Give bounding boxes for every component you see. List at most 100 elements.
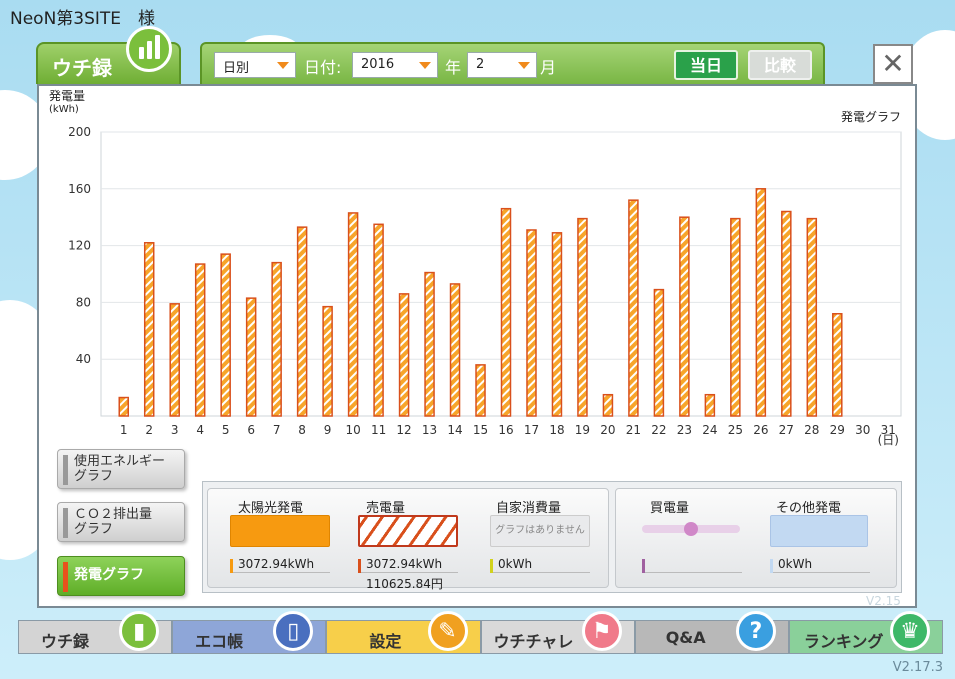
period-select-value: 日別: [223, 61, 250, 76]
x-tick-label: 10: [345, 423, 360, 437]
bar-day-29: [832, 313, 843, 417]
bar-day-9: [322, 305, 333, 417]
solar-swatch: [230, 515, 330, 547]
compare-button[interactable]: 比較: [748, 50, 812, 80]
nav-eco-notebook[interactable]: エコ帳 ▯: [172, 611, 327, 654]
button-line2: グラフ: [74, 469, 114, 484]
bought-label: 買電量: [650, 501, 690, 516]
x-tick-label: 21: [626, 423, 641, 437]
version-faint: V2.15: [866, 594, 901, 608]
period-select[interactable]: 日別: [214, 52, 296, 78]
month-label: 月: [540, 58, 557, 77]
chevron-down-icon: [419, 62, 431, 69]
button-marker: [63, 455, 68, 485]
nav-ranking[interactable]: ランキング ♛: [788, 611, 944, 654]
energy-usage-graph-button[interactable]: 使用エネルギー グラフ: [57, 449, 185, 489]
co2-graph-button[interactable]: ＣＯ２排出量 グラフ: [57, 502, 185, 542]
bar-day-28: [806, 217, 818, 417]
crown-icon: ♛: [890, 611, 931, 651]
solar-value-text: 3072.94kWh: [238, 557, 315, 571]
x-tick-label: 30: [855, 423, 870, 437]
bought-slider-knob: [684, 522, 698, 536]
sold-value-text: 3072.94kWh: [366, 557, 443, 571]
button-marker: [63, 562, 68, 592]
bar-day-4: [194, 263, 206, 417]
generation-bar-chart: 40801201602001 2 3 4 5 6 7 8 9 10 11 12 13 14 15 16 17 18…: [68, 125, 902, 446]
bar-day-5: [220, 253, 231, 417]
bar-day-23: [679, 216, 690, 417]
summary-area: 太陽光発電 3072.94kWh 売電量 3072.94kWh 110625.8…: [202, 481, 902, 593]
x-tick-label: 16: [498, 423, 513, 437]
wrench-icon: ✎: [427, 611, 468, 651]
x-tick-label: 13: [422, 423, 437, 437]
self-consumption-label: 自家消費量: [496, 501, 562, 516]
summary-box-other: 買電量 その他発電 0kWh: [615, 488, 897, 588]
x-tick-label: 15: [473, 423, 488, 437]
nav-label: ウチ録: [41, 632, 90, 651]
x-tick-label: 11: [371, 423, 386, 437]
bottom-nav: ウチ録 ▮ エコ帳 ▯ 設定 ✎ ウチチャレ ⚑ Q&A ? ランキング ♛: [18, 611, 944, 654]
nav-uchi-challenge[interactable]: ウチチャレ ⚑: [480, 611, 635, 654]
value-marker: [642, 559, 645, 573]
nav-label: エコ帳: [195, 632, 244, 651]
other-generation-label: その他発電: [776, 501, 842, 516]
bar-day-6: [245, 297, 257, 417]
graph-panel: 発電量 (kWh) 発電グラフ 40 80 120 160 200 1 2 3 4 5 6 7 8 9 10…: [37, 84, 917, 608]
button-line2: グラフ: [74, 522, 114, 537]
generation-graph-button[interactable]: 発電グラフ: [57, 556, 185, 596]
self-value-text: 0kWh: [498, 557, 533, 571]
nograph-text: グラフはありません: [495, 525, 585, 536]
button-line1: 使用エネルギー: [74, 454, 166, 469]
x-tick-label: 29: [830, 423, 845, 437]
x-tick-label: 26: [753, 423, 768, 437]
bar-day-22: [653, 288, 665, 417]
summary-box-main: 太陽光発電 3072.94kWh 売電量 3072.94kWh 110625.8…: [207, 488, 609, 591]
today-button[interactable]: 当日: [674, 50, 738, 80]
sold-value: 3072.94kWh: [358, 557, 458, 573]
x-tick-label: 23: [677, 423, 692, 437]
nav-uchi-roku[interactable]: ウチ録 ▮: [18, 611, 173, 654]
month-select[interactable]: 2: [467, 52, 537, 78]
date-toolbar: 日別 日付: 2016 年 2 月 当日 比較: [200, 42, 825, 84]
nav-qa[interactable]: Q&A ?: [634, 611, 789, 654]
sold-label: 売電量: [366, 501, 406, 516]
bar-day-1: [118, 396, 129, 417]
close-icon[interactable]: ✕: [873, 44, 913, 84]
x-tick-label: 1: [120, 423, 128, 437]
bar-day-15: [475, 364, 486, 417]
bars-icon: [126, 26, 172, 72]
other-generation-value: 0kWh: [770, 557, 870, 573]
uchi-roku-tab[interactable]: ウチ録: [36, 26, 181, 84]
bar-day-11: [373, 223, 384, 417]
x-tick-label: 27: [779, 423, 794, 437]
bought-value: [642, 557, 742, 573]
bar-day-13: [424, 271, 435, 417]
question-icon: ?: [735, 611, 776, 651]
value-marker: [230, 559, 233, 573]
bar-day-12: [398, 293, 410, 417]
solar-label: 太陽光発電: [238, 501, 304, 516]
x-tick-label: 7: [273, 423, 281, 437]
nav-label: 設定: [369, 632, 402, 651]
button-line1: 発電グラフ: [74, 567, 144, 583]
value-marker: [358, 559, 361, 573]
month-select-value: 2: [476, 57, 485, 72]
nav-label: Q&A: [665, 628, 706, 647]
bar-day-10: [347, 212, 359, 417]
nav-settings[interactable]: 設定 ✎: [326, 611, 481, 654]
solar-value: 3072.94kWh: [230, 557, 330, 573]
other-generation-swatch: [770, 515, 868, 547]
bar-day-25: [730, 217, 741, 417]
date-label: 日付:: [304, 58, 342, 77]
x-tick-label: 25: [728, 423, 743, 437]
chevron-down-icon: [277, 62, 289, 69]
x-axis-unit: (日): [878, 433, 899, 446]
site-title: NeoN第3SITE 様: [10, 9, 156, 29]
bar-day-7: [271, 261, 282, 417]
year-label: 年: [445, 58, 462, 77]
year-select[interactable]: 2016: [352, 52, 438, 78]
other-value-text: 0kWh: [778, 557, 813, 571]
value-marker: [490, 559, 493, 573]
bar-day-24: [704, 393, 716, 417]
bar-day-8: [296, 226, 308, 417]
